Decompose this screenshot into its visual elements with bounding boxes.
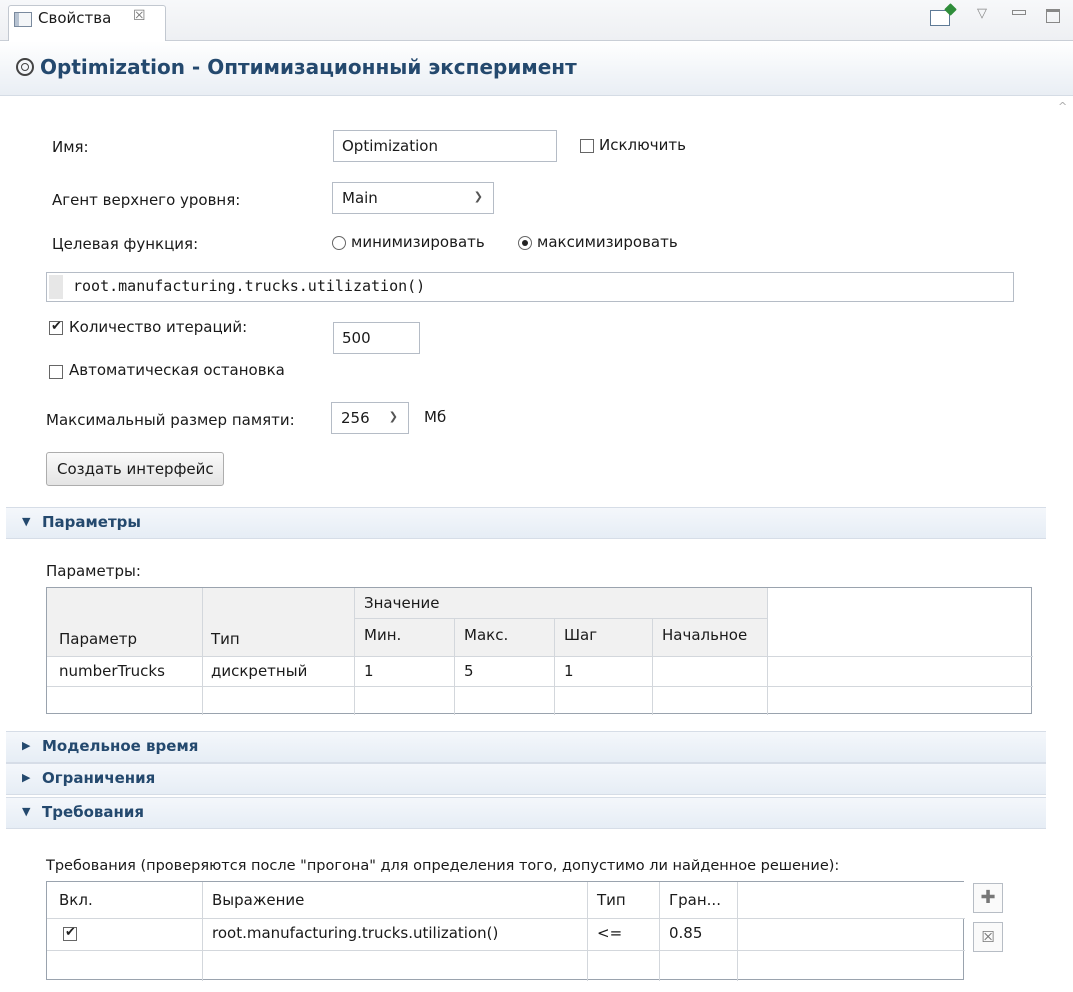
expand-arrow-icon: ▼ — [22, 515, 31, 528]
table-cell[interactable]: 1 — [364, 662, 374, 680]
table-cell[interactable]: дискретный — [211, 662, 307, 680]
expression-gutter — [49, 275, 63, 299]
column-header: Гран... — [669, 891, 721, 909]
column-group-header: Значение — [364, 594, 440, 612]
section-title: Параметры — [42, 513, 141, 531]
name-label: Имя: — [52, 138, 89, 156]
table-cell[interactable]: <= — [597, 924, 622, 942]
objective-expression-field[interactable]: root.manufacturing.trucks.utilization() — [46, 272, 1014, 302]
page-title: Optimization - Оптимизационный экспериме… — [40, 55, 577, 79]
agent-select-value: Main — [342, 189, 378, 207]
iterations-input[interactable]: 500 — [333, 322, 420, 354]
view-menu-icon[interactable]: ▽ — [977, 6, 987, 21]
section-title: Модельное время — [42, 737, 199, 755]
table-cell[interactable]: 5 — [464, 662, 474, 680]
memory-select-value: 256 — [341, 409, 370, 427]
plus-icon: ✚ — [980, 887, 996, 908]
parameters-table: Значение Параметр Тип Мин. Макс. Шаг Нач… — [46, 587, 1033, 715]
expand-arrow-icon: ▼ — [22, 805, 31, 818]
section-model-time[interactable]: ▶ Модельное время — [6, 731, 1046, 763]
autostop-label: Автоматическая остановка — [69, 361, 285, 379]
name-input[interactable]: Optimization — [333, 130, 557, 162]
collapse-arrow-icon: ▶ — [22, 771, 31, 784]
section-constraints[interactable]: ▶ Ограничения — [6, 763, 1046, 795]
chevron-down-icon: ❯ — [388, 410, 398, 423]
column-header: Макс. — [464, 626, 509, 644]
section-title: Ограничения — [42, 769, 156, 787]
table-cell[interactable]: root.manufacturing.trucks.utilization() — [212, 924, 498, 942]
objective-expression: root.manufacturing.trucks.utilization() — [73, 277, 426, 295]
close-icon[interactable]: ☒ — [133, 8, 146, 24]
maximize-label: максимизировать — [537, 233, 678, 251]
autostop-checkbox[interactable] — [49, 365, 63, 379]
memory-label: Максимальный размер памяти: — [46, 411, 295, 429]
section-title: Требования — [42, 803, 145, 821]
requirements-caption: Требования (проверяются после "прогона" … — [46, 858, 840, 874]
table-cell[interactable]: 1 — [564, 662, 574, 680]
scroll-up-icon[interactable]: ^ — [1058, 100, 1067, 113]
optimization-experiment-icon — [16, 58, 34, 76]
iterations-label: Количество итераций: — [69, 318, 248, 336]
column-header: Вкл. — [59, 891, 93, 909]
maximize-icon[interactable] — [1046, 9, 1060, 23]
column-header: Тип — [211, 630, 240, 648]
section-parameters[interactable]: ▼ Параметры — [6, 507, 1046, 539]
exclude-label: Исключить — [599, 136, 686, 154]
memory-unit: Мб — [424, 408, 447, 426]
section-requirements[interactable]: ▼ Требования — [6, 797, 1046, 829]
objective-label: Целевая функция: — [52, 235, 199, 253]
delete-icon: ☒ — [981, 928, 995, 946]
create-interface-label: Создать интерфейс — [57, 460, 214, 478]
table-cell[interactable]: 0.85 — [669, 924, 702, 942]
column-header: Мин. — [364, 626, 402, 644]
column-header: Выражение — [212, 891, 305, 909]
add-requirement-button[interactable]: ✚ — [973, 883, 1003, 913]
collapse-arrow-icon: ▶ — [22, 739, 31, 752]
properties-icon — [14, 12, 32, 27]
table-cell[interactable]: numberTrucks — [59, 662, 165, 680]
requirement-enabled-checkbox[interactable] — [63, 925, 77, 941]
parameters-caption: Параметры: — [46, 562, 141, 580]
delete-requirement-button[interactable]: ☒ — [973, 922, 1003, 952]
column-header: Шаг — [564, 626, 598, 644]
minimize-label: минимизировать — [351, 233, 485, 251]
table-header — [47, 882, 965, 918]
iterations-checkbox[interactable] — [49, 319, 63, 335]
maximize-radio[interactable] — [518, 236, 532, 250]
exclude-checkbox[interactable] — [580, 139, 594, 153]
column-header: Параметр — [59, 630, 137, 648]
chevron-down-icon: ❯ — [473, 190, 483, 203]
pin-view-icon[interactable] — [930, 10, 950, 26]
tab-label: Свойства — [38, 9, 112, 27]
create-interface-button[interactable]: Создать интерфейс — [46, 452, 224, 486]
requirements-table: Вкл. Выражение Тип Гран... root.manufact… — [46, 881, 965, 981]
minimize-radio[interactable] — [332, 236, 346, 250]
minimize-icon[interactable] — [1012, 10, 1026, 15]
column-header: Тип — [597, 891, 626, 909]
memory-select[interactable]: 256 ❯ — [331, 402, 409, 434]
agent-label: Агент верхнего уровня: — [52, 191, 241, 209]
agent-select[interactable]: Main ❯ — [332, 182, 494, 214]
column-header: Начальное — [662, 626, 748, 644]
